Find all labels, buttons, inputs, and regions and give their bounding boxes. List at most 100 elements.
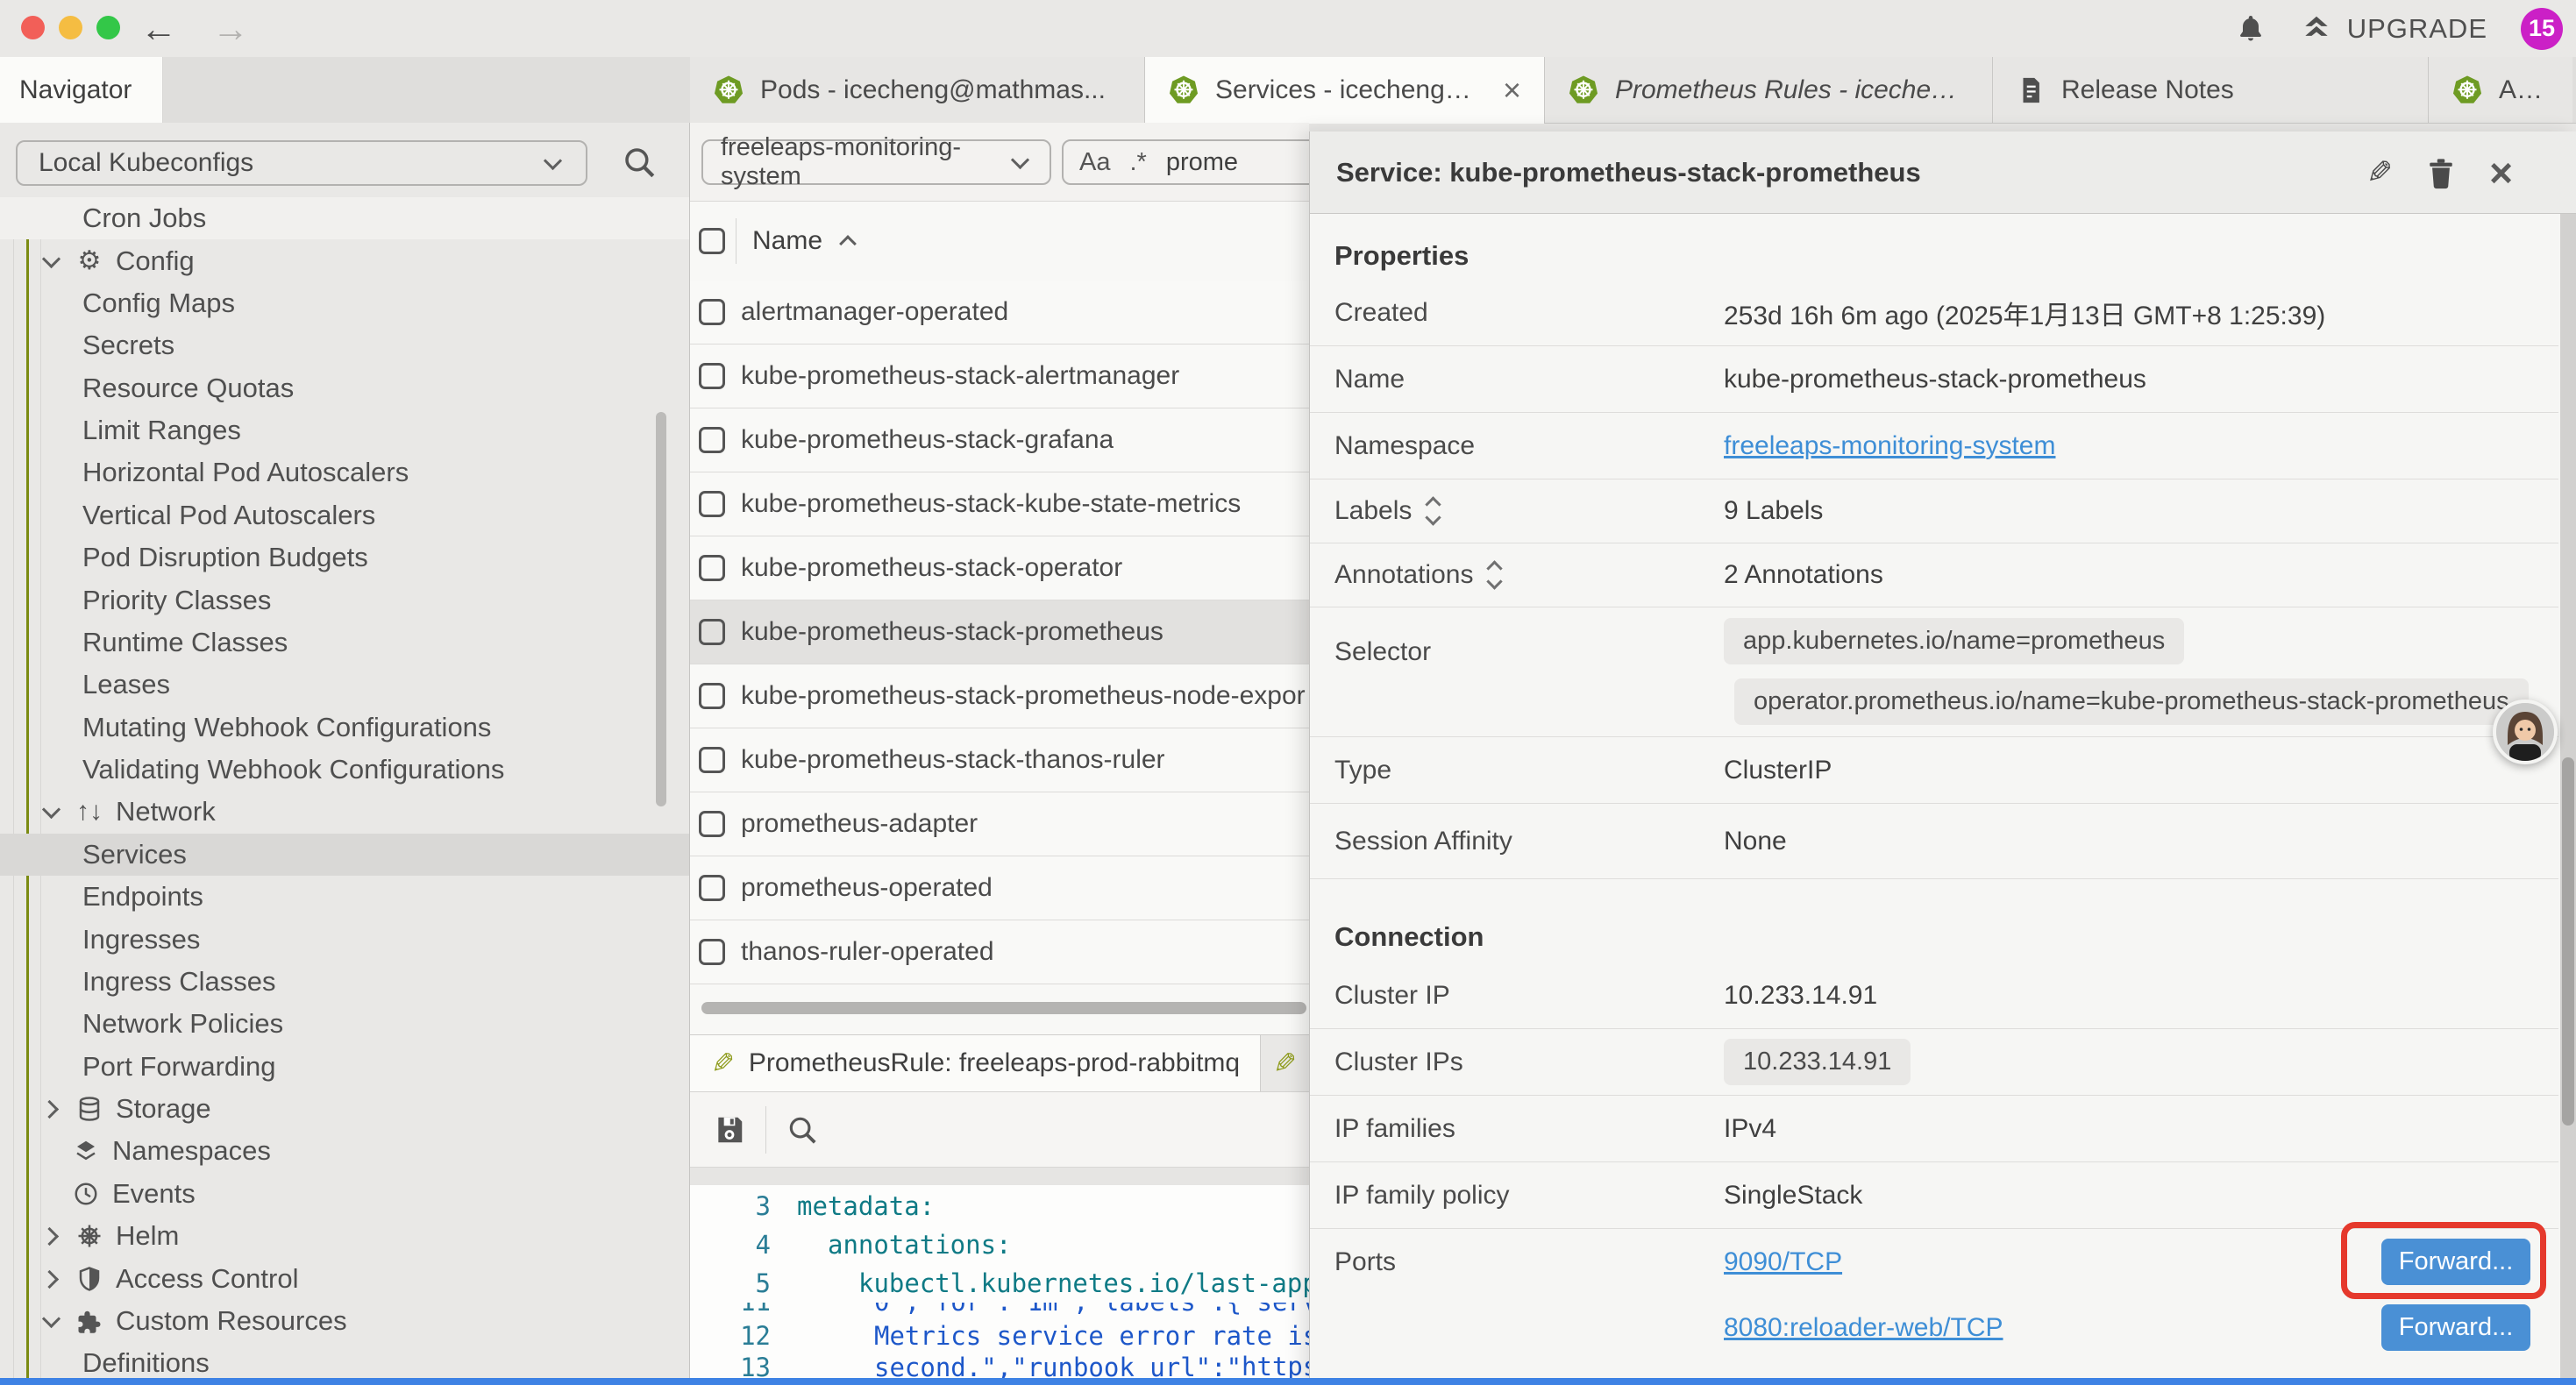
table-row[interactable]: prometheus-adapter [690,792,1309,856]
sidebar-item-events[interactable]: Events [0,1173,689,1215]
table-row[interactable]: alertmanager-operated [690,281,1309,344]
resource-search-input[interactable]: Aa .* prome [1062,139,1309,185]
yaml-editor[interactable]: 3metadata: 4annotations: 5kubectl.kubern… [690,1185,1309,1378]
upgrade-button[interactable]: UPGRADE [2300,12,2487,46]
sidebar-item-port-forwarding[interactable]: Port Forwarding [0,1046,689,1088]
sidebar-item-services[interactable]: Services [0,834,689,876]
tab-pods[interactable]: Pods - icecheng@mathmas... [690,57,1145,123]
tab-release-notes[interactable]: Release Notes [1993,57,2429,123]
row-checkbox[interactable] [699,747,725,773]
sidebar-item-secrets[interactable]: Secrets [0,324,689,366]
drawer-scrollbar-thumb[interactable] [2562,757,2574,1126]
sidebar-item-mutating-webhook-configurations[interactable]: Mutating Webhook Configurations [0,707,689,749]
property-value[interactable]: 9 Labels [1724,496,1823,526]
cluster-ip-chip[interactable]: 10.233.14.91 [1724,1039,1911,1085]
forward-arrow-icon[interactable]: → [212,8,249,50]
sidebar-item-cron-jobs[interactable]: Cron Jobs [0,197,689,239]
table-row[interactable]: kube-prometheus-stack-operator [690,536,1309,600]
expand-collapse-icon[interactable] [1424,495,1443,527]
tab-argo[interactable]: Argo Se [2429,57,2572,123]
sidebar-item-runtime-classes[interactable]: Runtime Classes [0,621,689,664]
sidebar-item-endpoints[interactable]: Endpoints [0,876,689,918]
sidebar-item-helm[interactable]: Helm [0,1215,689,1257]
expand-collapse-icon[interactable] [1485,559,1505,591]
save-icon[interactable] [713,1113,746,1147]
sidebar-search-icon[interactable] [621,144,658,181]
chevron-right-icon[interactable] [40,1097,63,1120]
close-window-button[interactable] [21,16,45,39]
notification-badge[interactable]: 15 [2521,8,2563,50]
select-all-checkbox[interactable] [699,228,725,254]
minimize-window-button[interactable] [59,16,82,39]
property-value[interactable]: 2 Annotations [1724,560,1883,590]
assistant-avatar[interactable] [2493,700,2558,764]
sidebar-scrollbar[interactable] [656,412,666,806]
table-row[interactable]: kube-prometheus-stack-thanos-ruler [690,728,1309,792]
close-icon[interactable]: × [2489,153,2513,193]
maximize-window-button[interactable] [96,16,120,39]
forward-button[interactable]: Forward... [2381,1239,2530,1285]
sidebar-item-horizontal-pod-autoscalers[interactable]: Horizontal Pod Autoscalers [0,451,689,494]
namespace-selector[interactable]: freeleaps-monitoring-system [701,139,1051,185]
chevron-down-icon[interactable] [40,800,63,823]
sidebar-item-config[interactable]: ⚙Config [0,239,689,281]
sidebar-item-ingress-classes[interactable]: Ingress Classes [0,961,689,1003]
match-case-toggle[interactable]: Aa [1079,148,1110,177]
tab-prometheus-rules[interactable]: Prometheus Rules - icecheng... [1545,57,1993,123]
kubeconfig-selector[interactable]: Local Kubeconfigs [16,140,587,186]
chevron-down-icon[interactable] [40,1310,63,1332]
back-arrow-icon[interactable]: ← [140,8,177,50]
editor-tab-prometheusrule[interactable]: ✎ PrometheusRule: freeleaps-prod-rabbitm… [690,1035,1261,1091]
forward-button[interactable]: Forward... [2381,1304,2530,1351]
sidebar-item-resource-quotas[interactable]: Resource Quotas [0,367,689,409]
navigator-panel-tab[interactable]: Navigator [0,57,163,123]
sidebar-item-access-control[interactable]: Access Control [0,1257,689,1299]
chevron-right-icon[interactable] [40,1225,63,1247]
tab-services[interactable]: Services - icecheng@math... × [1145,57,1545,124]
name-column-header[interactable]: Name [752,226,822,256]
selector-chip[interactable]: operator.prometheus.io/name=kube-prometh… [1734,678,2529,725]
port-link[interactable]: 8080:reloader-web/TCP [1724,1313,2003,1343]
row-checkbox[interactable] [699,619,725,645]
sidebar-item-namespaces[interactable]: Namespaces [0,1130,689,1172]
sidebar-item-vertical-pod-autoscalers[interactable]: Vertical Pod Autoscalers [0,494,689,536]
sort-ascending-icon[interactable] [840,234,857,248]
sidebar-item-priority-classes[interactable]: Priority Classes [0,579,689,621]
sidebar-item-ingresses[interactable]: Ingresses [0,918,689,960]
namespace-link[interactable]: freeleaps-monitoring-system [1724,431,2055,461]
table-row[interactable]: thanos-ruler-operated [690,920,1309,984]
bell-icon[interactable] [2235,13,2266,45]
horizontal-scrollbar[interactable] [701,1002,1306,1014]
sidebar-item-custom-resources[interactable]: Custom Resources [0,1300,689,1342]
sidebar-item-config-maps[interactable]: Config Maps [0,282,689,324]
yaml-link[interactable]: https://net [1242,1352,1309,1379]
sidebar-item-pod-disruption-budgets[interactable]: Pod Disruption Budgets [0,536,689,579]
table-row[interactable]: kube-prometheus-stack-alertmanager [690,344,1309,408]
editor-tab-partial[interactable]: ✎ [1261,1035,1309,1091]
sidebar-item-validating-webhook-configurations[interactable]: Validating Webhook Configurations [0,749,689,791]
sidebar-item-storage[interactable]: Storage [0,1088,689,1130]
chevron-down-icon[interactable] [40,250,63,273]
regex-toggle[interactable]: .* [1129,148,1146,177]
sidebar-item-network[interactable]: ↑↓Network [0,791,689,833]
table-row[interactable]: kube-prometheus-stack-grafana [690,408,1309,472]
row-checkbox[interactable] [699,875,725,901]
sidebar-item-limit-ranges[interactable]: Limit Ranges [0,409,689,451]
row-checkbox[interactable] [699,683,725,709]
editor-search-icon[interactable] [786,1113,819,1147]
row-checkbox[interactable] [699,299,725,325]
port-link[interactable]: 9090/TCP [1724,1247,1842,1277]
table-row-selected[interactable]: kube-prometheus-stack-prometheus [690,600,1309,664]
row-checkbox[interactable] [699,491,725,517]
table-row[interactable]: kube-prometheus-stack-prometheus-node-ex… [690,664,1309,728]
row-checkbox[interactable] [699,939,725,965]
row-checkbox[interactable] [699,555,725,581]
sidebar-item-network-policies[interactable]: Network Policies [0,1003,689,1045]
delete-trash-icon[interactable] [2426,156,2456,189]
row-checkbox[interactable] [699,363,725,389]
table-row[interactable]: prometheus-operated [690,856,1309,920]
chevron-right-icon[interactable] [40,1268,63,1290]
table-row[interactable]: kube-prometheus-stack-kube-state-metrics [690,472,1309,536]
drawer-scrollbar-track[interactable] [2560,214,2576,1378]
selector-chip[interactable]: app.kubernetes.io/name=prometheus [1724,618,2184,664]
